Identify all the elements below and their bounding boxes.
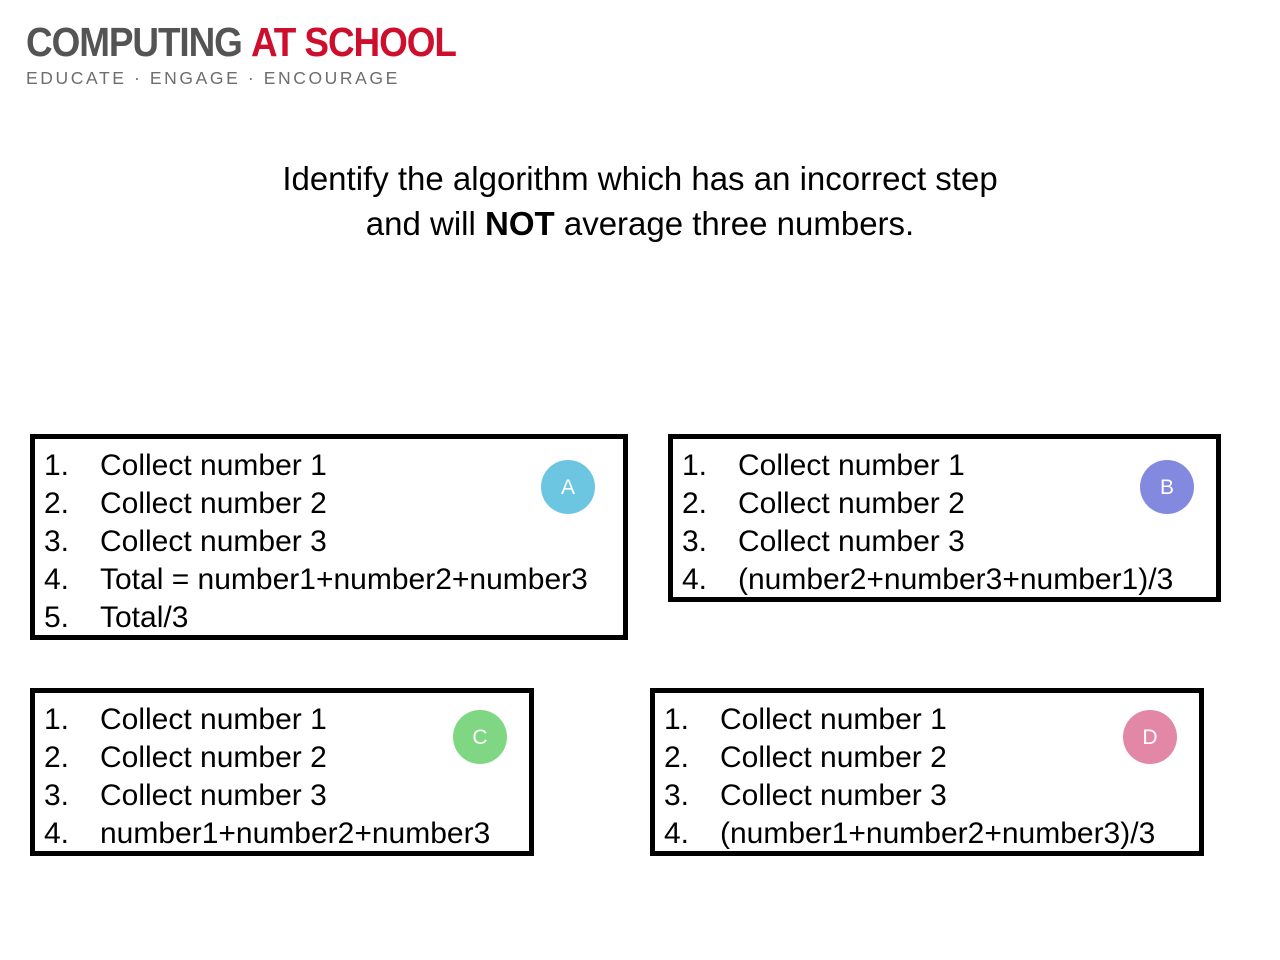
logo-word-at-school: AT SCHOOL [250,19,457,65]
step-text: Collect number 2 [100,487,327,520]
step-number: 1. [44,449,70,482]
question-line-2: and will NOT average three numbers. [0,201,1280,246]
list-item: 2. Collect number 2 [664,739,1199,777]
step-number: 4. [44,817,70,850]
step-number: 4. [664,817,690,850]
step-text: Collect number 3 [100,779,327,812]
list-item: 3. Collect number 3 [682,523,1216,561]
step-text: Collect number 2 [738,487,965,520]
step-text: Total/3 [100,601,189,634]
list-item: 1. Collect number 1 [664,701,1199,739]
algorithm-steps-b: 1. Collect number 1 2. Collect number 2 3.… [673,439,1216,599]
step-text: Collect number 1 [720,703,947,736]
step-number: 2. [44,487,70,520]
step-text: Collect number 2 [720,741,947,774]
option-box-a[interactable]: 1. Collect number 1 2. Collect number 2 3.… [30,434,628,640]
option-badge-d[interactable]: D [1123,710,1177,764]
step-text: number1+number2+number3 [100,817,491,850]
step-number: 4. [682,563,708,596]
algorithm-steps-c: 1. Collect number 1 2. Collect number 2 3.… [35,693,529,853]
step-number: 3. [682,525,708,558]
step-number: 1. [664,703,690,736]
logo-tagline: EDUCATE · ENGAGE · ENCOURAGE [26,68,400,88]
cas-logo: COMPUTING AT SCHOOL EDUCATE · ENGAGE · E… [26,19,457,89]
step-number: 1. [44,703,70,736]
list-item: 4. (number1+number2+number3)/3 [664,815,1199,853]
step-text: Collect number 3 [720,779,947,812]
list-item: 4. Total = number1+number2+number3 [44,561,623,599]
step-text: Collect number 2 [100,741,327,774]
logo-wordmark: COMPUTING AT SCHOOL [26,19,457,65]
list-item: 4. number1+number2+number3 [44,815,529,853]
option-badge-b[interactable]: B [1140,460,1194,514]
step-text: Collect number 1 [100,703,327,736]
list-item: 2. Collect number 2 [682,485,1216,523]
option-box-b[interactable]: 1. Collect number 1 2. Collect number 2 3.… [668,434,1221,602]
option-badge-a[interactable]: A [541,460,595,514]
step-text: Total = number1+number2+number3 [100,563,588,596]
step-text: Collect number 1 [100,449,327,482]
step-number: 1. [682,449,708,482]
step-number: 4. [44,563,70,596]
question-line-2-prefix: and will [365,205,485,242]
step-text: Collect number 3 [100,525,327,558]
step-text: Collect number 1 [738,449,965,482]
list-item: 1. Collect number 1 [682,447,1216,485]
list-item: 3. Collect number 3 [44,777,529,815]
step-text: Collect number 3 [738,525,965,558]
list-item: 2. Collect number 2 [44,485,623,523]
step-number: 2. [44,741,70,774]
step-number: 3. [664,779,690,812]
logo-word-computing: COMPUTING [26,19,243,65]
algorithm-steps-d: 1. Collect number 1 2. Collect number 2 3.… [655,693,1199,853]
list-item: 1. Collect number 1 [44,447,623,485]
algorithm-steps-a: 1. Collect number 1 2. Collect number 2 3.… [35,439,623,637]
question-line-2-suffix: average three numbers. [554,205,915,242]
question-line-1: Identify the algorithm which has an inco… [282,160,998,197]
list-item: 5. Total/3 [44,599,623,637]
list-item: 4. (number2+number3+number1)/3 [682,561,1216,599]
option-badge-c[interactable]: C [453,710,507,764]
option-box-d[interactable]: 1. Collect number 1 2. Collect number 2 3.… [650,688,1204,856]
step-number: 2. [682,487,708,520]
step-number: 2. [664,741,690,774]
step-text: (number2+number3+number1)/3 [738,563,1174,596]
option-box-c[interactable]: 1. Collect number 1 2. Collect number 2 3.… [30,688,534,856]
list-item: 3. Collect number 3 [44,523,623,561]
step-number: 3. [44,779,70,812]
page-title: Identify the algorithm which has an inco… [0,156,1280,246]
step-number: 3. [44,525,70,558]
list-item: 3. Collect number 3 [664,777,1199,815]
question-emphasis-not: NOT [485,205,555,242]
step-text: (number1+number2+number3)/3 [720,817,1156,850]
step-number: 5. [44,601,70,634]
